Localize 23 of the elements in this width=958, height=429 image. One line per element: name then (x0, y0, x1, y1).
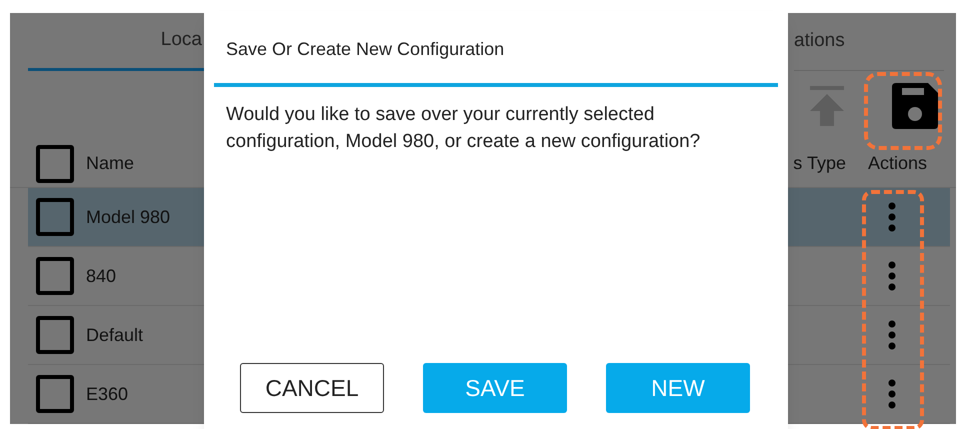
table-cell-text: Model 980 (86, 206, 170, 228)
column-header: Actions (868, 152, 928, 176)
action-button[interactable]: SAVE (423, 363, 567, 413)
table-cell-text: Default (86, 324, 144, 346)
tab[interactable]: ations (794, 13, 944, 71)
checkbox[interactable] (36, 198, 74, 236)
more-options-icon[interactable] (888, 320, 896, 350)
table-cell-text: 840 (86, 264, 116, 288)
dialog-message: Would you like to save over your currently selected configuration, Model 980, or create a new configuration? (226, 103, 702, 154)
cancel-button[interactable]: CANCEL (240, 363, 384, 413)
checkbox[interactable] (36, 316, 74, 354)
save-icon[interactable] (892, 82, 938, 129)
more-options-icon[interactable] (888, 261, 896, 291)
more-options-icon[interactable] (888, 379, 896, 409)
column-header: s Type (792, 152, 846, 176)
checkbox[interactable] (36, 144, 74, 183)
checkbox[interactable] (36, 257, 74, 295)
action-button[interactable]: NEW (606, 363, 750, 413)
more-options-icon[interactable] (888, 202, 896, 232)
dialog-title: Save Or Create New Configuration (226, 38, 506, 61)
column-header: Name (86, 152, 136, 176)
checkbox[interactable] (36, 375, 74, 413)
table-cell-text: E360 (86, 382, 128, 406)
